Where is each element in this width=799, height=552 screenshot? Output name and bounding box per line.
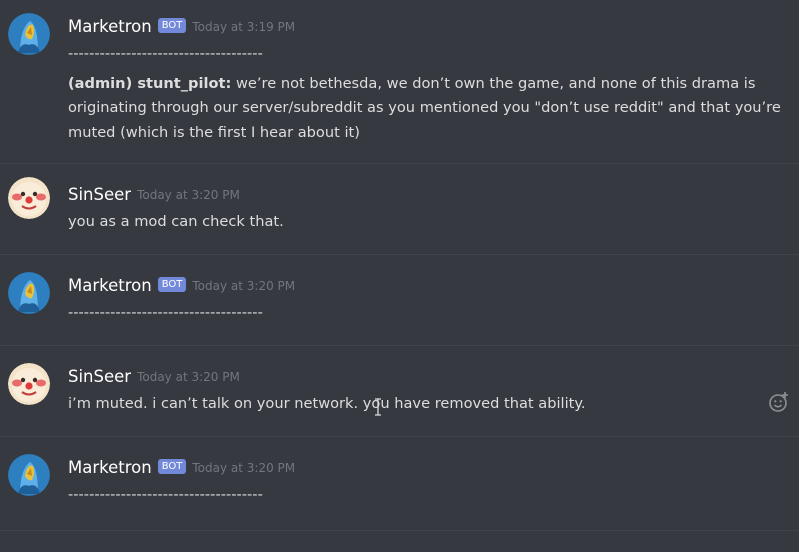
username[interactable]: SinSeer (68, 367, 131, 386)
message-content: ------------------------------------- (a… (68, 42, 792, 145)
quote-author: (admin) stunt_pilot: (68, 74, 232, 92)
username[interactable]: Marketron (68, 276, 152, 295)
chat-log: Marketron BOT Today at 3:19 PM -----------… (0, 0, 799, 552)
timestamp[interactable]: Today at 3:20 PM (192, 279, 295, 293)
message-content: i’m muted. i can’t talk on your network.… (68, 395, 586, 412)
message-divider (0, 254, 799, 255)
username[interactable]: Marketron (68, 458, 152, 477)
sinseer-avatar[interactable] (8, 177, 50, 219)
message-divider (0, 530, 799, 531)
message-content: ------------------------------------- (68, 304, 263, 321)
message-divider (0, 436, 799, 437)
message-content: you as a mod can check that. (68, 213, 284, 230)
message-divider (0, 163, 799, 164)
message-content: ------------------------------------- (68, 486, 263, 503)
bot-tag: BOT (157, 277, 187, 292)
message-header: Marketron BOT Today at 3:20 PM (68, 275, 295, 297)
timestamp[interactable]: Today at 3:20 PM (192, 461, 295, 475)
timestamp[interactable]: Today at 3:19 PM (192, 20, 295, 34)
text-cursor-icon (374, 398, 382, 416)
timestamp[interactable]: Today at 3:20 PM (137, 370, 240, 384)
message-header: Marketron BOT Today at 3:19 PM (68, 16, 295, 38)
message-header: Marketron BOT Today at 3:20 PM (68, 457, 295, 479)
bot-tag: BOT (157, 18, 187, 33)
dash-separator: ------------------------------------- (68, 45, 263, 62)
message-header: SinSeer Today at 3:20 PM (68, 184, 240, 206)
quoted-message: (admin) stunt_pilot: we’re not bethesda,… (68, 72, 792, 146)
sinseer-avatar[interactable] (8, 363, 50, 405)
username[interactable]: Marketron (68, 17, 152, 36)
username[interactable]: SinSeer (68, 185, 131, 204)
marketron-avatar[interactable] (8, 272, 50, 314)
timestamp[interactable]: Today at 3:20 PM (137, 188, 240, 202)
message-header: SinSeer Today at 3:20 PM (68, 366, 240, 388)
marketron-avatar[interactable] (8, 13, 50, 55)
bot-tag: BOT (157, 459, 187, 474)
marketron-avatar[interactable] (8, 454, 50, 496)
add-reaction-icon[interactable] (768, 391, 790, 413)
message-divider (0, 345, 799, 346)
